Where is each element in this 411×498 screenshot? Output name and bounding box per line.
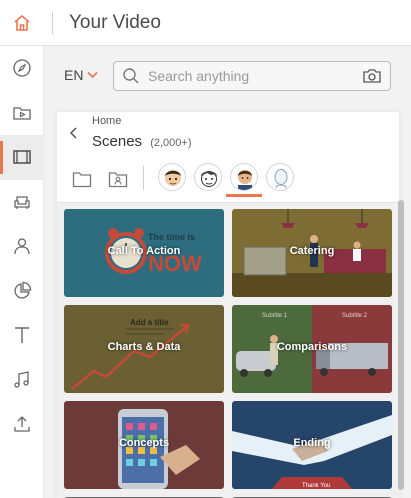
scene-tile-label: Ending	[293, 437, 331, 449]
cartoon-face-icon	[159, 164, 185, 190]
scene-tile-label: Call To Action	[107, 245, 181, 257]
camera-icon[interactable]	[362, 67, 382, 85]
scene-tile-label: Comparisons	[276, 341, 348, 353]
rail-item-upload[interactable]	[0, 402, 44, 447]
top-bar: Your Video	[0, 0, 411, 46]
scene-tile-charts-and-data[interactable]: Add a title Charts & Data	[64, 305, 224, 393]
person-folder-icon	[108, 171, 128, 187]
rail-item-text[interactable]	[0, 313, 44, 358]
tile-art-text: The time is	[148, 232, 195, 242]
page-title: Your Video	[69, 11, 161, 33]
scene-grid: The time is NOW Call To Action Catering …	[57, 203, 399, 498]
armchair-icon	[14, 196, 30, 209]
compass-icon	[13, 59, 31, 77]
home-button[interactable]	[0, 0, 44, 46]
avatar-style-4[interactable]	[266, 163, 294, 191]
scenes-panel: Home Scenes (2,000+) The time is NOW Cal…	[57, 112, 399, 498]
active-filter-indicator	[226, 194, 262, 197]
pie-chart-icon	[14, 281, 32, 299]
search-input[interactable]	[148, 68, 362, 84]
rail-item-media[interactable]	[0, 91, 44, 136]
tile-art-text: Add a title	[130, 318, 169, 327]
rail-item-music[interactable]	[0, 358, 44, 403]
avatar-style-1[interactable]	[158, 163, 186, 191]
scenes-heading: Scenes (2,000+)	[92, 133, 192, 150]
left-rail	[0, 46, 44, 498]
rail-item-explore[interactable]	[0, 46, 44, 91]
text-icon	[15, 327, 29, 344]
folder-filter-button[interactable]	[69, 166, 95, 192]
person-icon	[14, 238, 30, 255]
scrollbar[interactable]	[397, 200, 405, 498]
scenes-title: Scenes	[92, 133, 143, 150]
scene-filters	[57, 160, 399, 202]
breadcrumb[interactable]: Home	[92, 115, 121, 127]
language-label: EN	[64, 67, 84, 83]
flat-face-icon	[231, 164, 257, 190]
scene-tile-ending[interactable]: Thank You Ending	[232, 401, 392, 489]
rail-item-characters[interactable]	[0, 224, 44, 269]
upload-icon	[14, 416, 30, 432]
avatar-style-2[interactable]	[194, 163, 222, 191]
search-icon	[123, 68, 139, 84]
title-divider	[52, 11, 53, 34]
back-icon[interactable]	[67, 126, 81, 140]
rail-item-charts[interactable]	[0, 269, 44, 314]
sketch-face-icon	[195, 164, 221, 190]
scene-tile-label: Charts & Data	[107, 341, 181, 353]
language-selector[interactable]: EN	[64, 67, 99, 83]
music-icon	[14, 370, 29, 388]
folder-icon	[72, 171, 92, 187]
scroll-thumb[interactable]	[398, 200, 404, 490]
outline-face-icon	[267, 164, 293, 190]
media-folder-icon	[13, 107, 31, 120]
chevron-down-icon	[87, 71, 99, 79]
tile-art-text: Subtitle 2	[342, 313, 368, 319]
scene-tile-label: Concepts	[118, 437, 170, 449]
scene-tile-catering[interactable]: Catering	[232, 209, 392, 297]
tile-art-text: Thank You	[302, 483, 330, 489]
scenes-count: (2,000+)	[150, 137, 192, 149]
scene-tile-comparisons[interactable]: Subtitle 1 Subtitle 2 Comparisons	[232, 305, 392, 393]
tile-art-text: Subtitle 1	[262, 313, 288, 319]
filter-divider	[143, 166, 144, 190]
scene-tile-label: Catering	[289, 245, 335, 257]
home-icon	[14, 14, 30, 31]
character-folder-filter-button[interactable]	[105, 166, 131, 192]
film-icon	[13, 150, 31, 164]
scene-tile-call-to-action[interactable]: The time is NOW Call To Action	[64, 209, 224, 297]
rail-item-props[interactable]	[0, 180, 44, 225]
search-box	[113, 61, 391, 91]
rail-item-scenes[interactable]	[0, 135, 44, 180]
avatar-style-3[interactable]	[230, 163, 258, 191]
scene-tile-concepts[interactable]: Concepts	[64, 401, 224, 489]
